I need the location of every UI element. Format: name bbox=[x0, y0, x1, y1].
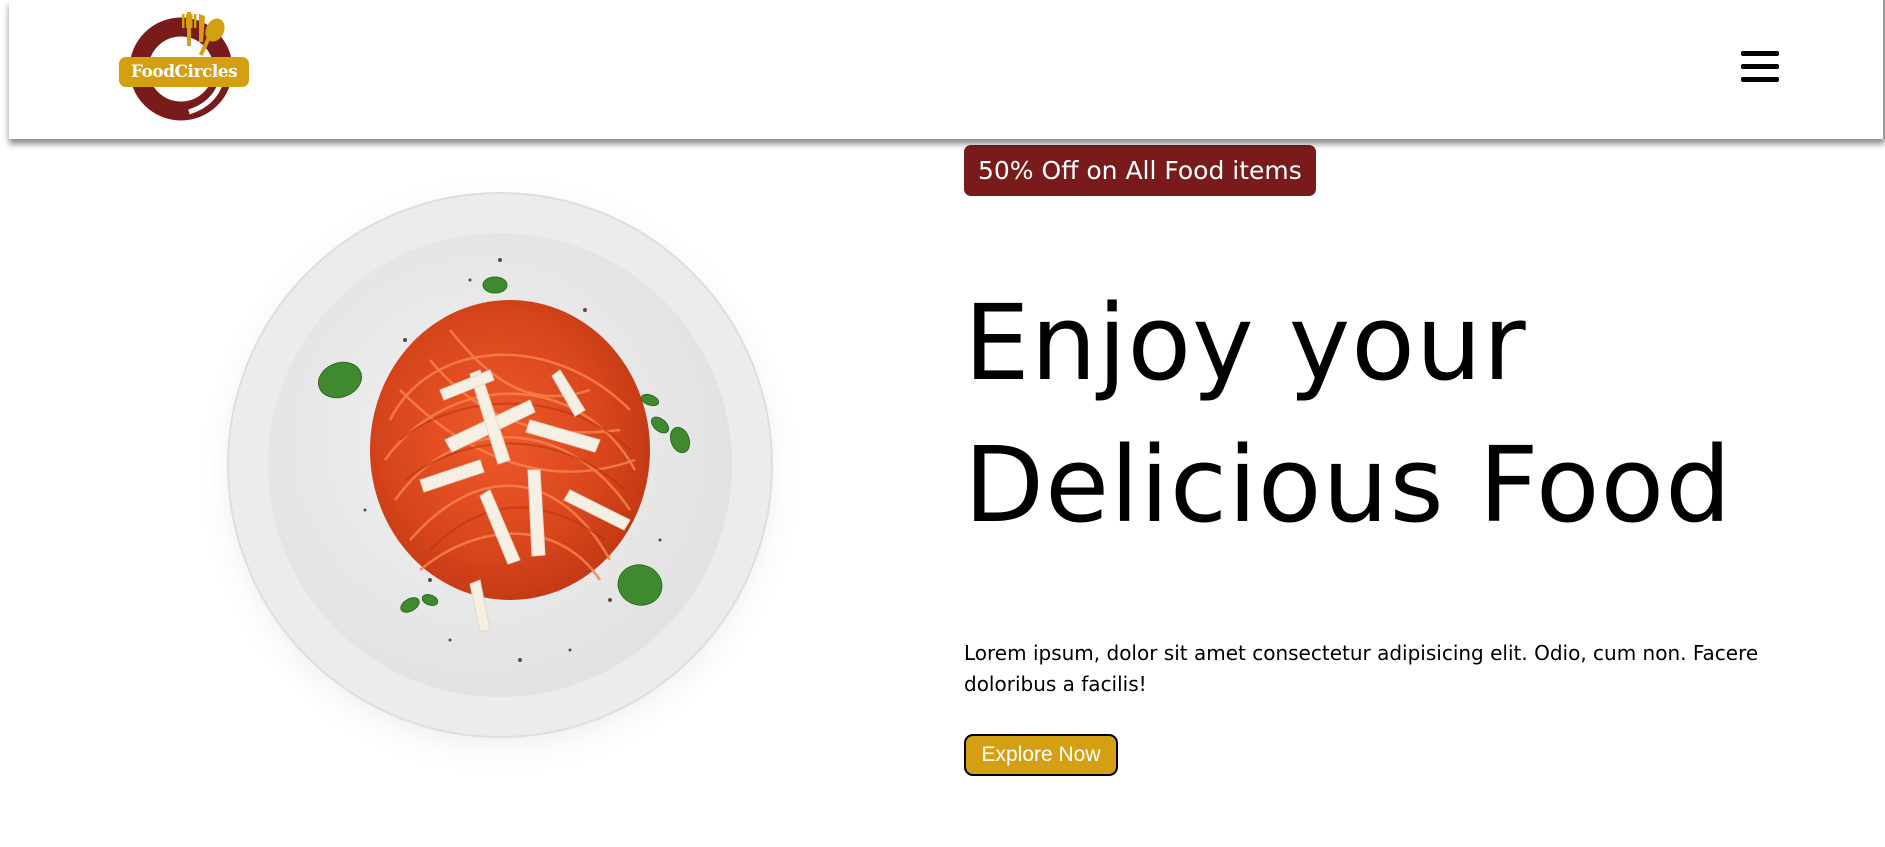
menu-bar-top bbox=[1741, 51, 1779, 56]
site-header: FoodCircles bbox=[9, 0, 1885, 139]
page: FoodCircles 50% Off on All Food items En… bbox=[0, 0, 1885, 847]
explore-now-button[interactable]: Explore Now bbox=[964, 734, 1118, 776]
hamburger-menu-icon[interactable] bbox=[1735, 44, 1787, 90]
spaghetti-plate-image bbox=[190, 160, 820, 780]
hero-title: Enjoy your Delicious Food bbox=[964, 272, 1844, 556]
menu-bar-bottom bbox=[1741, 77, 1779, 82]
discount-badge: 50% Off on All Food items bbox=[964, 145, 1316, 196]
hero-title-line2: Delicious Food bbox=[964, 424, 1733, 546]
menu-bar-middle bbox=[1741, 64, 1779, 69]
hero-description: Lorem ipsum, dolor sit amet consectetur … bbox=[964, 641, 1759, 696]
foodcircles-logo[interactable]: FoodCircles bbox=[119, 12, 249, 122]
hero-title-line1: Enjoy your bbox=[964, 282, 1527, 404]
logo-text: FoodCircles bbox=[130, 62, 238, 82]
